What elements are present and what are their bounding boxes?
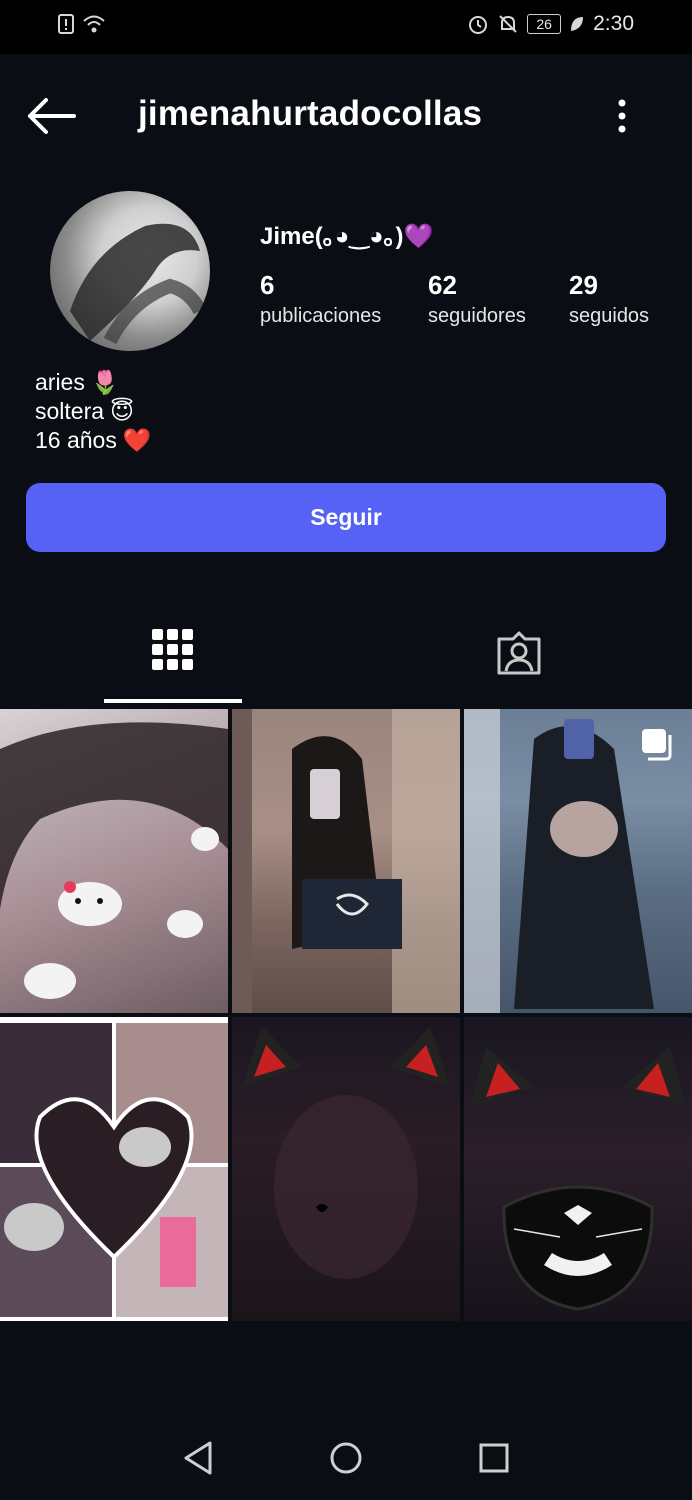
nav-recents-icon[interactable] [478, 1440, 510, 1476]
mute-icon [499, 15, 517, 33]
stat-following-label: seguidos [569, 305, 650, 327]
halo-smile-emoji: 😇 [110, 398, 135, 424]
display-name: Jime(｡◕‿◕｡)💜 [260, 223, 434, 250]
bio-text: soltera [35, 398, 105, 424]
post-thumbnail[interactable] [232, 1017, 460, 1321]
active-tab-indicator [104, 699, 242, 703]
clock-time: 2:30 [593, 12, 634, 35]
bio-text: aries [35, 369, 85, 395]
avatar[interactable] [50, 191, 210, 351]
post-thumbnail[interactable] [464, 709, 692, 1013]
multiple-images-icon [642, 729, 672, 761]
profile-tabs [0, 615, 692, 705]
profile-username: jimenahurtadocollas [138, 94, 483, 133]
tab-grid[interactable] [104, 615, 242, 705]
leaf-icon [571, 17, 584, 31]
grid-icon [152, 629, 193, 670]
system-nav-bar [0, 1410, 692, 1500]
tulip-emoji: 🌷 [90, 369, 120, 395]
profile-bio: aries 🌷 soltera 😇 16 años ❤️ [35, 368, 152, 455]
alert-icon [58, 14, 74, 34]
alarm-icon [469, 16, 488, 34]
follow-button[interactable]: Seguir [26, 483, 666, 552]
post-thumbnail[interactable] [232, 709, 460, 1013]
status-bar: 26 2:30 [0, 0, 692, 54]
nav-home-icon[interactable] [329, 1440, 363, 1476]
wifi-icon [83, 15, 105, 33]
bio-text: 16 años [35, 427, 117, 453]
battery-indicator: 26 [527, 14, 562, 34]
stat-posts-value: 6 [260, 270, 275, 300]
stat-followers-value: 62 [428, 270, 457, 300]
bio-line: 16 años ❤️ [35, 426, 152, 455]
stat-following-value: 29 [569, 270, 598, 300]
bio-line: soltera 😇 [35, 397, 152, 426]
post-thumbnail[interactable] [0, 709, 228, 1013]
stat-followers[interactable]: 62 seguidores [428, 270, 526, 328]
tagged-person-icon [497, 631, 541, 675]
heart-emoji: ❤️ [122, 427, 152, 453]
more-vertical-icon[interactable] [610, 96, 634, 136]
stat-posts-label: publicaciones [260, 305, 382, 327]
nav-back-icon[interactable] [182, 1440, 214, 1476]
post-thumbnail[interactable] [0, 1017, 228, 1321]
tab-tagged[interactable] [450, 615, 588, 705]
profile-header: jimenahurtadocollas [0, 92, 692, 140]
back-arrow-icon[interactable] [26, 94, 78, 138]
bio-line: aries 🌷 [35, 368, 152, 397]
stat-following[interactable]: 29 seguidos [569, 270, 649, 328]
stat-posts[interactable]: 6 publicaciones [260, 270, 381, 328]
post-thumbnail[interactable] [464, 1017, 692, 1321]
stat-followers-label: seguidores [428, 305, 526, 327]
